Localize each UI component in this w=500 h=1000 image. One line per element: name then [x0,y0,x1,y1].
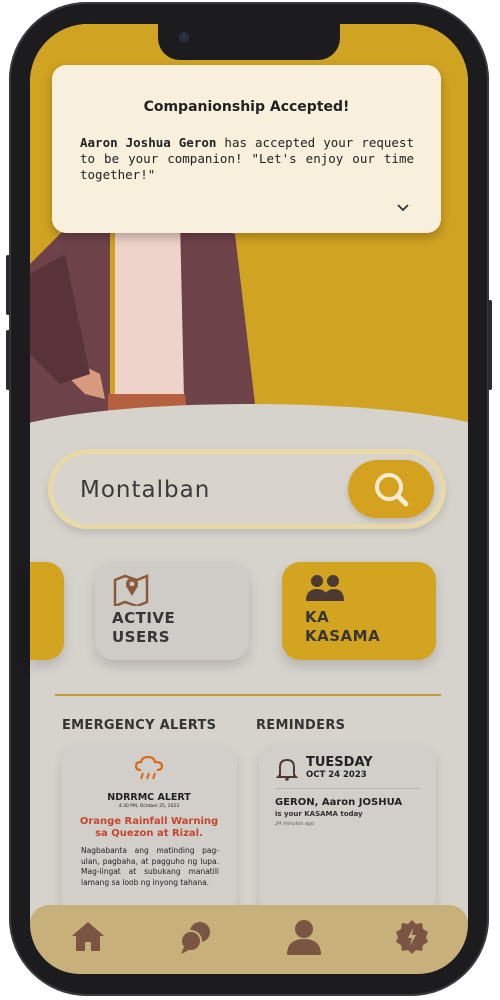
profile-icon[interactable] [284,917,324,957]
chevron-down-icon[interactable] [396,201,410,215]
power-button [488,300,492,390]
map-pin-icon [113,574,149,606]
rain-cloud-icon [134,756,164,780]
camera-icon [179,32,189,42]
divider [55,694,441,696]
home-icon[interactable] [68,917,108,957]
users-icon [306,575,344,601]
active-users-label: ACTIVE USERS [112,609,176,646]
alert-timestamp: 4:30 PM, October 25, 2023 [118,804,180,809]
volume-button [6,255,10,315]
chat-icon[interactable] [176,917,216,957]
alert-body: Nagbabanta ang matinding pag-ulan, pagba… [81,846,219,887]
ka-kasama-label: KA KASAMA [305,608,381,645]
partial-card[interactable] [30,562,64,660]
reminder-date: OCT 24 2023 [306,770,367,780]
reminders-heading: REMINDERS [256,718,346,733]
notification-title: Companionship Accepted! [143,99,350,115]
reminder-time-ago: 24 minutes ago [275,821,315,827]
emergency-alerts-heading: EMERGENCY ALERTS [62,718,217,733]
reminder-day: TUESDAY [306,755,373,770]
alert-headline: Orange Rainfall Warning sa Quezon at Riza… [79,816,219,839]
search-button[interactable] [348,460,434,518]
notification-popup[interactable]: Companionship Accepted! Aaron Joshua Ger… [52,65,441,233]
reminder-divider [275,788,420,789]
reminder-text: is your KASAMA today [275,810,363,818]
notch [158,24,340,60]
reminder-card[interactable]: TUESDAY OCT 24 2023 GERON, Aaron JOSHUA … [259,744,436,914]
bottom-nav [30,905,468,974]
reminder-name: GERON, Aaron JOSHUA [275,797,403,808]
settings-badge-icon[interactable] [392,917,432,957]
active-users-card[interactable]: ACTIVE USERS [95,562,249,660]
search-icon [375,473,409,507]
alert-title: NDRRMC ALERT [107,792,191,803]
search-bar [48,449,446,529]
companion-name: Aaron Joshua Geron [80,135,217,150]
search-input[interactable] [78,469,322,511]
volume-button [6,330,10,390]
ka-kasama-card[interactable]: KA KASAMA [282,562,436,660]
notification-message: Aaron Joshua Geron has accepted your req… [80,135,414,183]
emergency-alert-card[interactable]: NDRRMC ALERT 4:30 PM, October 25, 2023 O… [61,744,237,914]
bell-icon [276,758,298,781]
